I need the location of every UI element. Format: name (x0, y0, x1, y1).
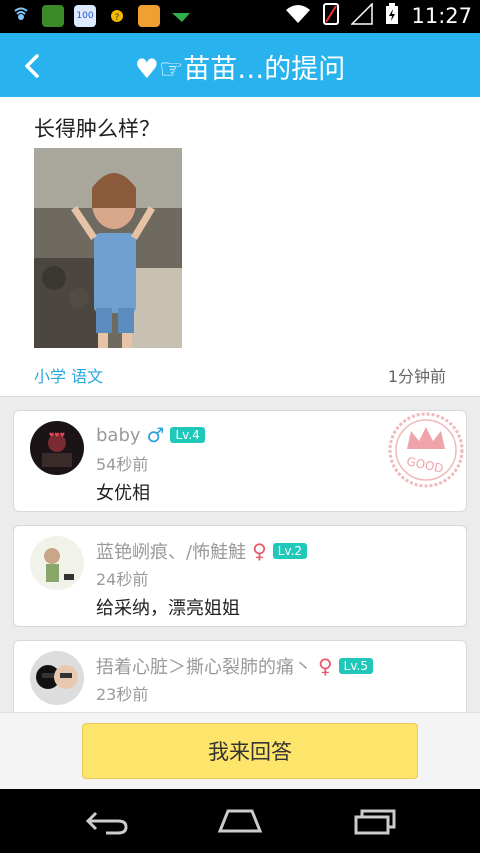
bottom-action-bar: 我来回答 (0, 712, 480, 789)
question-tags[interactable]: 小学 语文 (34, 363, 103, 387)
sim-icon (323, 3, 340, 29)
user-name-row: 蓝铯峢痕、/怖鮭鮭 ♀ Lv.2 (96, 538, 308, 564)
answer-item[interactable]: 蓝铯峢痕、/怖鮭鮭 ♀ Lv.2 24秒前 给采纳，漂亮姐姐 (13, 525, 467, 627)
good-crown-stamp-icon: GOOD (385, 409, 467, 491)
battery-icon (385, 3, 399, 29)
level-badge: Lv.2 (272, 543, 308, 559)
answer-button[interactable]: 我来回答 (82, 723, 418, 779)
question-time: 1分钟前 (387, 367, 446, 386)
wifi-icon (285, 4, 311, 28)
svg-text:♥♥♥: ♥♥♥ (49, 432, 65, 439)
clock: 11:27 (411, 4, 472, 28)
answer-time: 23秒前 (96, 685, 149, 704)
answer-item[interactable]: 捂着心脏＞撕心裂肺的痛丶 ♀ Lv.5 23秒前 (13, 640, 467, 712)
system-icons: 11:27 (285, 2, 472, 29)
nav-home-icon[interactable] (216, 807, 264, 839)
user-name[interactable]: 蓝铯峢痕、/怖鮭鮭 (96, 538, 246, 564)
svg-text:?: ? (115, 13, 120, 23)
green-plane-app-icon (170, 5, 192, 27)
good-stamp-label: GOOD (405, 454, 445, 475)
nav-back-icon[interactable] (84, 807, 130, 839)
avatar[interactable] (30, 536, 84, 590)
cell-signal-icon (350, 2, 374, 29)
female-gender-icon: ♀ (318, 654, 333, 678)
level-badge: Lv.5 (338, 658, 373, 674)
weather-sun-icon: ? (106, 5, 128, 27)
answer-time: 54秒前 (96, 455, 149, 474)
status-bar: 100 ? 11:27 (0, 0, 480, 33)
green-app-icon (42, 5, 64, 27)
answer-text: 给采纳，漂亮姐姐 (96, 598, 240, 619)
question-photo[interactable] (34, 148, 182, 348)
answer-time: 24秒前 (96, 570, 149, 589)
system-nav-bar (0, 789, 480, 853)
page-title: ♥☞苗苗…的提问 (134, 54, 346, 85)
title-bar: ♥☞苗苗…的提问 (0, 33, 480, 97)
answer-list[interactable]: ♥♥♥ baby ♂ Lv.4 54秒前 女优相 GOOD 蓝铯峢痕、/怖鮭鮭 … (0, 397, 480, 712)
answer-text: 女优相 (96, 483, 150, 504)
user-name-row: baby ♂ Lv.4 (96, 423, 205, 447)
level-badge: Lv.4 (170, 427, 205, 443)
user-name[interactable]: 捂着心脏＞撕心裂肺的痛丶 (96, 653, 312, 679)
question-text: 长得肿么样？ (34, 117, 160, 141)
answer-item[interactable]: ♥♥♥ baby ♂ Lv.4 54秒前 女优相 GOOD (13, 410, 467, 512)
notification-icons: 100 ? (10, 5, 192, 27)
question-card: 长得肿么样？ 小学 语文 1分钟前 (0, 97, 480, 397)
yellow-box-app-icon (138, 5, 160, 27)
signal-app-icon (10, 5, 32, 27)
male-gender-icon: ♂ (146, 423, 165, 447)
female-gender-icon: ♀ (252, 539, 267, 563)
avatar[interactable] (30, 651, 84, 705)
user-name-row: 捂着心脏＞撕心裂肺的痛丶 ♀ Lv.5 (96, 653, 373, 679)
avatar[interactable]: ♥♥♥ (30, 421, 84, 475)
user-name[interactable]: baby (96, 425, 141, 446)
nav-recents-icon[interactable] (352, 807, 398, 839)
100-app-icon: 100 (74, 5, 96, 27)
